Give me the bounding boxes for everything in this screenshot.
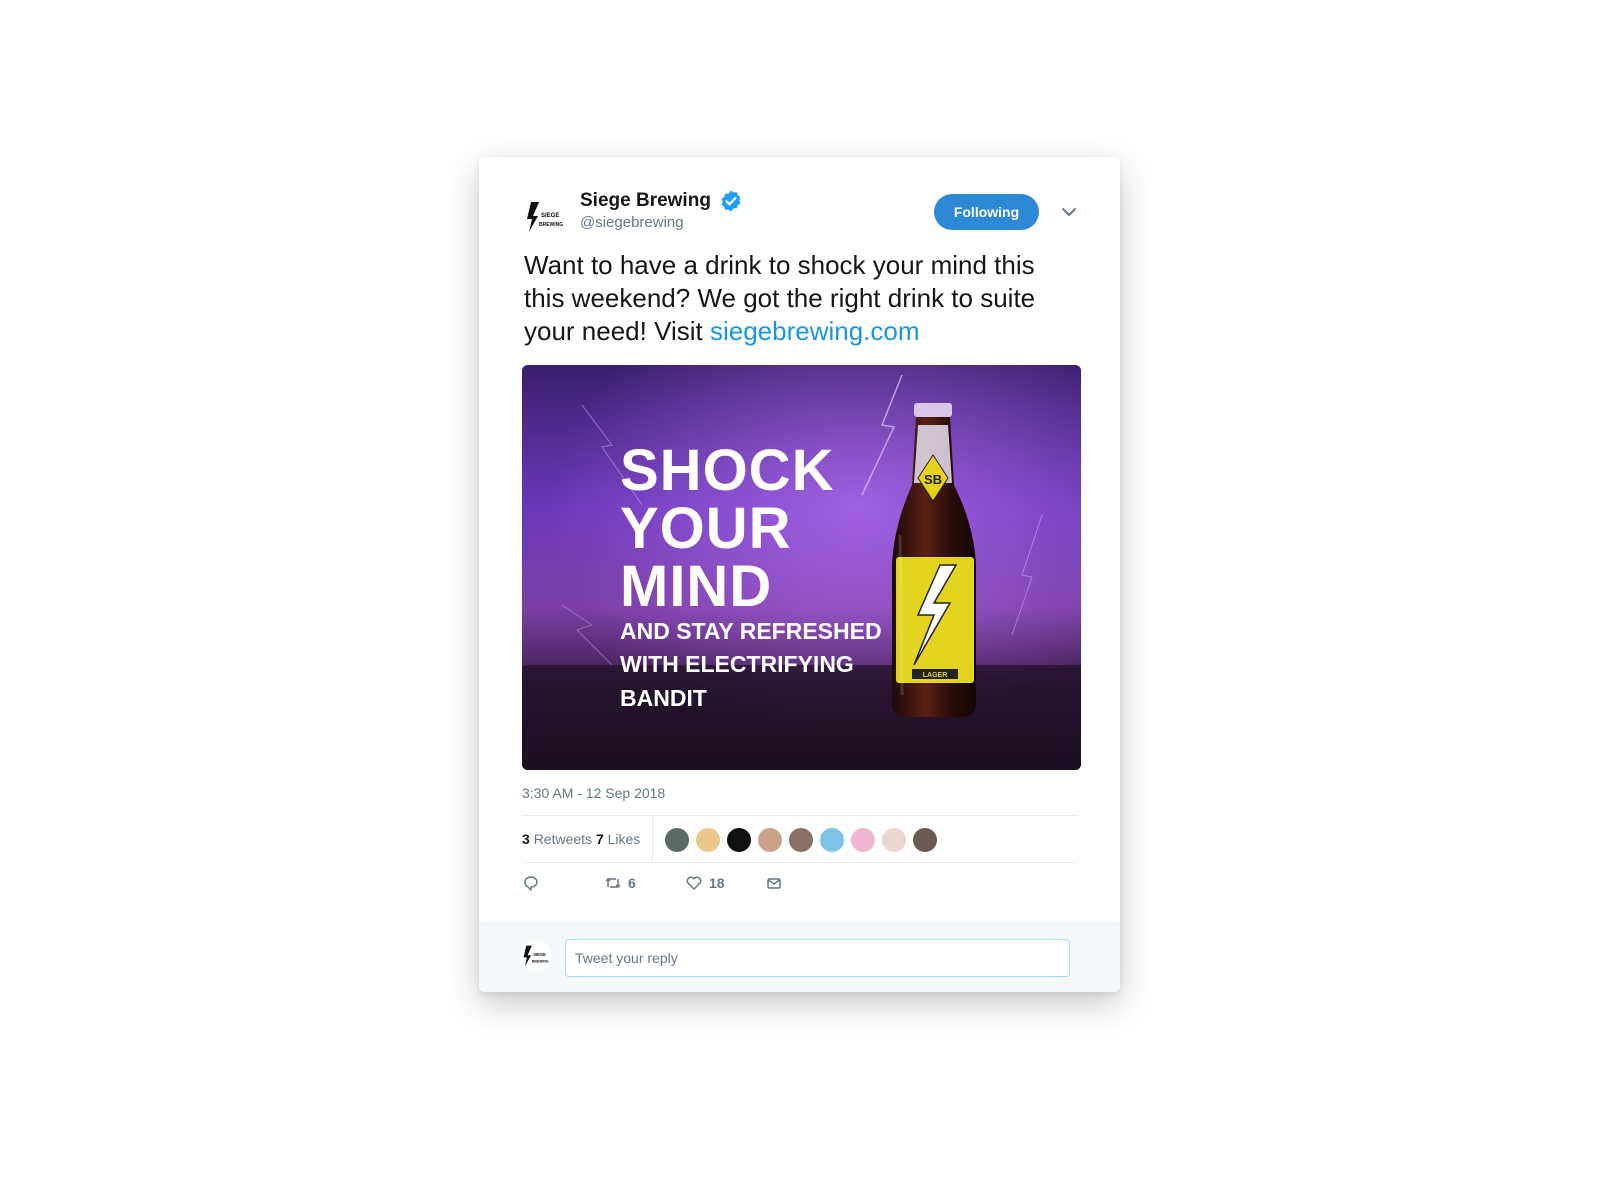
liker-avatar[interactable] [664,827,690,853]
tweet-header: SIEGE BREWING Siege Brewing @siegebrewin… [522,187,1080,242]
reply-bar: SIEGE BREWING [479,923,1120,992]
tweet-link[interactable]: siegebrewing.com [710,316,920,346]
envelope-icon [767,878,781,889]
siege-brewing-logo-icon: SIEGE BREWING [527,202,563,232]
media-headline-line-1: SHOCK [620,438,834,503]
reply-input[interactable] [565,939,1070,977]
svg-text:BREWING: BREWING [539,222,563,228]
liker-avatar[interactable] [695,827,721,853]
svg-text:SIEGE: SIEGE [533,952,546,957]
liker-avatar[interactable] [850,827,876,853]
svg-text:BREWING: BREWING [532,959,549,963]
retweets-stat[interactable]: 3 Retweets [522,831,592,847]
tweet-text: Want to have a drink to shock your mind … [524,249,1069,348]
account-name[interactable]: Siege Brewing [580,190,711,212]
divider [522,862,1078,863]
engagement-stats: 3 Retweets 7 Likes [522,816,1078,862]
svg-text:SIEGE: SIEGE [541,213,559,219]
direct-message-button[interactable] [765,874,783,892]
reply-button[interactable] [522,874,546,892]
user-avatar[interactable]: SIEGE BREWING [520,940,552,972]
like-button[interactable]: 18 [685,874,725,892]
liker-avatar[interactable] [757,827,783,853]
reply-icon [524,876,538,891]
liker-avatar[interactable] [726,827,752,853]
like-count: 18 [709,875,725,891]
retweet-button[interactable]: 6 [604,874,636,892]
following-button[interactable]: Following [934,194,1039,230]
media-headline-line-3: MIND [620,554,772,619]
liker-avatar[interactable] [819,827,845,853]
account-avatar[interactable]: SIEGE BREWING [522,194,568,240]
bottle-monogram: SB [924,472,942,487]
likes-stat[interactable]: 7 Likes [596,831,640,847]
retweet-icon [605,877,621,889]
liker-avatars [664,827,943,853]
liker-avatar[interactable] [788,827,814,853]
liker-avatar[interactable] [912,827,938,853]
retweet-count: 6 [628,875,636,891]
stats-separator [652,816,653,862]
account-handle[interactable]: @siegebrewing [580,214,684,231]
promo-image: SHOCK YOUR MIND AND STAY REFRESHED WITH … [522,365,1081,770]
media-subline-line-2: WITH ELECTRIFYING [620,651,854,677]
verified-badge-icon [721,190,741,212]
media-headline-line-2: YOUR [620,496,792,561]
media-subline-line-3: BANDIT [620,685,707,711]
bottle-label-text: LAGER [923,672,948,679]
tweet-timestamp[interactable]: 3:30 AM - 12 Sep 2018 [522,785,665,801]
tweet-card: SIEGE BREWING Siege Brewing @siegebrewin… [479,157,1120,992]
siege-brewing-logo-icon: SIEGE BREWING [523,945,549,967]
media-subline-line-1: AND STAY REFRESHED [620,618,882,644]
chevron-down-icon[interactable] [1058,201,1080,223]
stats-text: 3 Retweets 7 Likes [522,831,640,847]
tweet-media-image[interactable]: SHOCK YOUR MIND AND STAY REFRESHED WITH … [522,365,1081,770]
liker-avatar[interactable] [881,827,907,853]
heart-icon [686,876,702,890]
